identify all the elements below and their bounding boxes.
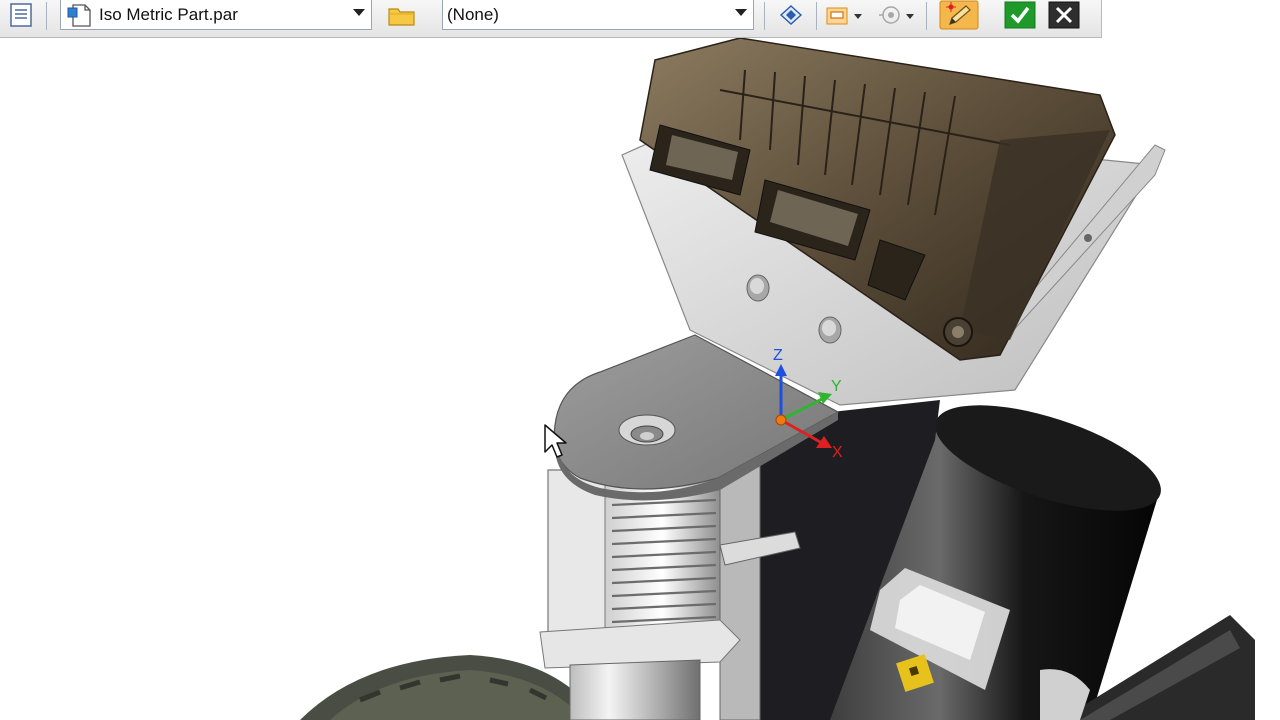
checkmark-icon <box>1004 1 1036 29</box>
keypoint-button[interactable] <box>874 0 920 30</box>
z-axis-label: Z <box>773 347 783 364</box>
separator <box>46 2 47 30</box>
properties-button[interactable] <box>2 0 40 30</box>
origin-point <box>775 414 787 426</box>
open-folder-button[interactable] <box>384 0 420 30</box>
sketch-button[interactable] <box>936 0 982 30</box>
keypoint-icon <box>879 6 914 24</box>
material-combo[interactable]: (None) <box>442 0 754 30</box>
material-value: (None) <box>447 4 499 24</box>
separator <box>926 2 927 30</box>
close-icon <box>1048 1 1080 29</box>
part-file-combo[interactable]: Iso Metric Part.par <box>60 0 372 30</box>
chevron-down-icon[interactable] <box>735 9 747 16</box>
document-list-icon <box>10 3 32 27</box>
3d-viewport[interactable]: Z Y X <box>0 38 1280 720</box>
plane-options-button[interactable] <box>822 0 868 30</box>
part-file-icon <box>67 3 91 27</box>
chevron-down-icon[interactable] <box>353 9 365 16</box>
folder-icon <box>388 8 415 26</box>
separator <box>816 2 817 30</box>
x-axis-label: X <box>832 444 843 461</box>
separator <box>764 2 765 30</box>
orient-diamond-icon <box>779 5 803 25</box>
part-file-name: Iso Metric Part.par <box>99 4 238 24</box>
orientation-button[interactable] <box>772 0 810 30</box>
plane-option-icon <box>826 7 862 25</box>
accept-button[interactable] <box>1000 0 1040 30</box>
y-axis-label: Y <box>831 378 842 395</box>
command-bar: Iso Metric Part.par (None) <box>0 0 1102 38</box>
pencil-icon <box>939 0 979 30</box>
cancel-button[interactable] <box>1044 0 1084 30</box>
